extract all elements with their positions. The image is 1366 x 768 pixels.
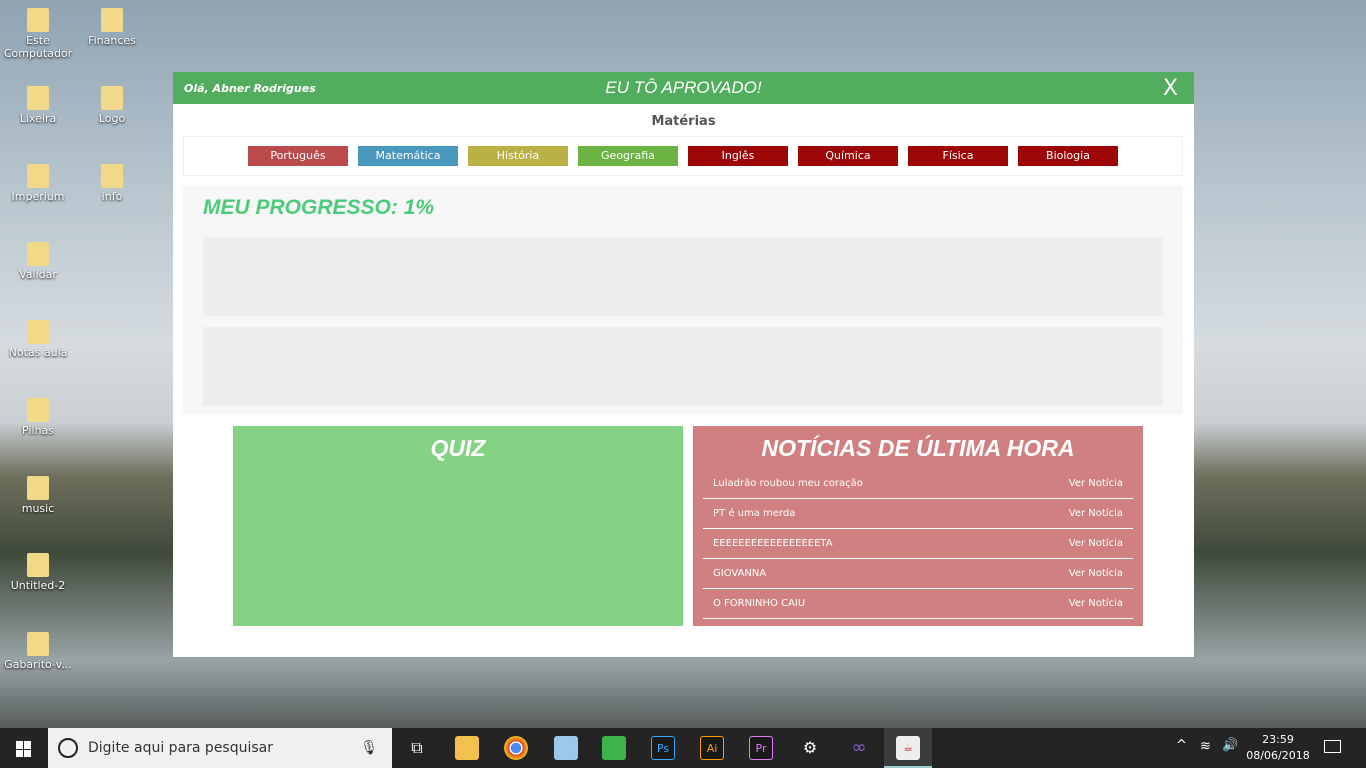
- subjects-bar: Português Matemática História Geografia Ingl…: [183, 136, 1183, 176]
- file-icon: [27, 320, 49, 344]
- progress-title: MEU PROGRESSO: 1%: [203, 196, 435, 219]
- file-icon: [101, 164, 123, 188]
- file-icon: [27, 164, 49, 188]
- desktop-icon[interactable]: Notas aula: [0, 320, 76, 359]
- file-icon: [27, 398, 49, 422]
- cortana-icon: [58, 738, 78, 758]
- desktop-icon-label: Imperium: [11, 190, 65, 203]
- news-item: EEEEEEEEEEEEEEEEETA Ver Notícia: [703, 529, 1133, 559]
- desktop-icon-label: Untitled-2: [10, 579, 66, 592]
- news-item: Luladrão roubou meu coração Ver Notícia: [703, 469, 1133, 499]
- clock-time: 23:59: [1262, 733, 1294, 746]
- file-icon: [101, 8, 123, 32]
- file-icon: [27, 242, 49, 266]
- file-icon: [27, 553, 49, 577]
- desktop-icon[interactable]: info: [74, 164, 150, 203]
- view-news-link[interactable]: Ver Notícia: [1069, 568, 1123, 579]
- desktop-icon[interactable]: Logo: [74, 86, 150, 125]
- desktop-icon-label: Finances: [88, 34, 136, 47]
- view-news-link[interactable]: Ver Notícia: [1069, 508, 1123, 519]
- news-item: O FORNINHO CAIU Ver Notícia: [703, 589, 1133, 619]
- chrome-icon[interactable]: [504, 736, 528, 760]
- microphone-icon[interactable]: 🎙: [360, 728, 378, 768]
- news-headline: Luladrão roubou meu coração: [713, 478, 863, 489]
- cube-app-icon[interactable]: [554, 736, 578, 760]
- file-icon: [27, 86, 49, 110]
- desktop-icon[interactable]: Gabarito-v...: [0, 632, 76, 671]
- desktop-icon-label: Logo: [98, 112, 126, 125]
- progress-block: [203, 237, 1163, 316]
- desktop-icon[interactable]: Imperium: [0, 164, 76, 203]
- game-icon[interactable]: [602, 736, 626, 760]
- desktop-icon[interactable]: Finances: [74, 8, 150, 47]
- app-title: EU TÔ APROVADO!: [605, 78, 762, 97]
- subjects-heading: Matérias: [651, 114, 716, 129]
- taskbar-search-input[interactable]: Digite aqui para pesquisar 🎙: [48, 728, 392, 768]
- news-item: GIOVANNA Ver Notícia: [703, 559, 1133, 589]
- subject-button[interactable]: Química: [798, 146, 898, 166]
- news-panel: NOTÍCIAS DE ÚLTIMA HORA Luladrão roubou …: [693, 426, 1143, 626]
- news-item: PT é uma merda Ver Notícia: [703, 499, 1133, 529]
- java-icon: ☕: [896, 736, 920, 760]
- wifi-icon[interactable]: ≋: [1200, 739, 1211, 754]
- subject-button[interactable]: Inglês: [688, 146, 788, 166]
- subject-button[interactable]: História: [468, 146, 568, 166]
- desktop-icon-label: music: [21, 502, 55, 515]
- volume-icon[interactable]: 🔊: [1222, 738, 1238, 753]
- desktop-icon-label: Lixeira: [19, 112, 57, 125]
- app-window: Olá, Abner Rodrigues EU TÔ APROVADO! X M…: [173, 72, 1194, 657]
- quiz-panel[interactable]: QUIZ: [233, 426, 683, 626]
- show-hidden-icons[interactable]: ^: [1176, 738, 1187, 753]
- file-icon: [27, 476, 49, 500]
- desktop-icon[interactable]: Untitled-2: [0, 553, 76, 592]
- clock-date: 08/06/2018: [1246, 749, 1310, 762]
- desktop-icon-label: Pilhas: [22, 424, 54, 437]
- search-placeholder: Digite aqui para pesquisar: [88, 740, 274, 756]
- subject-button[interactable]: Física: [908, 146, 1008, 166]
- file-icon: [27, 632, 49, 656]
- steam-icon[interactable]: ⚙: [798, 736, 822, 760]
- desktop-icon[interactable]: music: [0, 476, 76, 515]
- visual-studio-icon[interactable]: ∞: [847, 736, 871, 760]
- task-view-icon[interactable]: ⧉: [405, 736, 429, 760]
- app-icon-pr[interactable]: Pr: [749, 736, 773, 760]
- notifications-icon[interactable]: [1324, 740, 1341, 753]
- news-headline: GIOVANNA: [713, 568, 767, 579]
- view-news-link[interactable]: Ver Notícia: [1069, 478, 1123, 489]
- file-icon: [101, 86, 123, 110]
- progress-panel: MEU PROGRESSO: 1%: [183, 186, 1183, 414]
- file-icon: [27, 8, 49, 32]
- desktop-icon-label: info: [101, 190, 123, 203]
- desktop-icon-label: Validar: [19, 268, 57, 281]
- view-news-link[interactable]: Ver Notícia: [1069, 598, 1123, 609]
- file-explorer-icon[interactable]: [455, 736, 479, 760]
- quiz-title: QUIZ: [430, 435, 486, 461]
- java-app-taskbar-button[interactable]: ☕: [884, 728, 932, 768]
- progress-block: [203, 327, 1163, 406]
- desktop-icon[interactable]: Pilhas: [0, 398, 76, 437]
- windows-start-icon[interactable]: [16, 741, 32, 757]
- clock[interactable]: 23:59 08/06/2018: [1246, 732, 1310, 764]
- desktop-icon[interactable]: Este Computador: [0, 8, 76, 60]
- desktop-icon-label: Gabarito-v...: [4, 658, 72, 671]
- desktop-icon-label: Notas aula: [8, 346, 68, 359]
- news-title: NOTÍCIAS DE ÚLTIMA HORA: [761, 435, 1075, 461]
- subject-button[interactable]: Biologia: [1018, 146, 1118, 166]
- window-header: Olá, Abner Rodrigues EU TÔ APROVADO! X: [173, 72, 1194, 104]
- desktop-icon[interactable]: Lixeira: [0, 86, 76, 125]
- subject-button[interactable]: Português: [248, 146, 348, 166]
- subject-button[interactable]: Geografia: [578, 146, 678, 166]
- close-button[interactable]: X: [1163, 76, 1178, 101]
- news-headline: EEEEEEEEEEEEEEEEETA: [713, 538, 833, 549]
- app-icon-ps[interactable]: Ps: [651, 736, 675, 760]
- view-news-link[interactable]: Ver Notícia: [1069, 538, 1123, 549]
- desktop-icon[interactable]: Validar: [0, 242, 76, 281]
- news-headline: PT é uma merda: [713, 508, 796, 519]
- desktop-icon-label: Este Computador: [3, 34, 73, 60]
- app-icon-ai[interactable]: Ai: [700, 736, 724, 760]
- taskbar: Digite aqui para pesquisar 🎙 ⧉ Ps Ai Pr ⚙ …: [0, 728, 1366, 768]
- subject-button[interactable]: Matemática: [358, 146, 458, 166]
- news-headline: O FORNINHO CAIU: [713, 598, 806, 609]
